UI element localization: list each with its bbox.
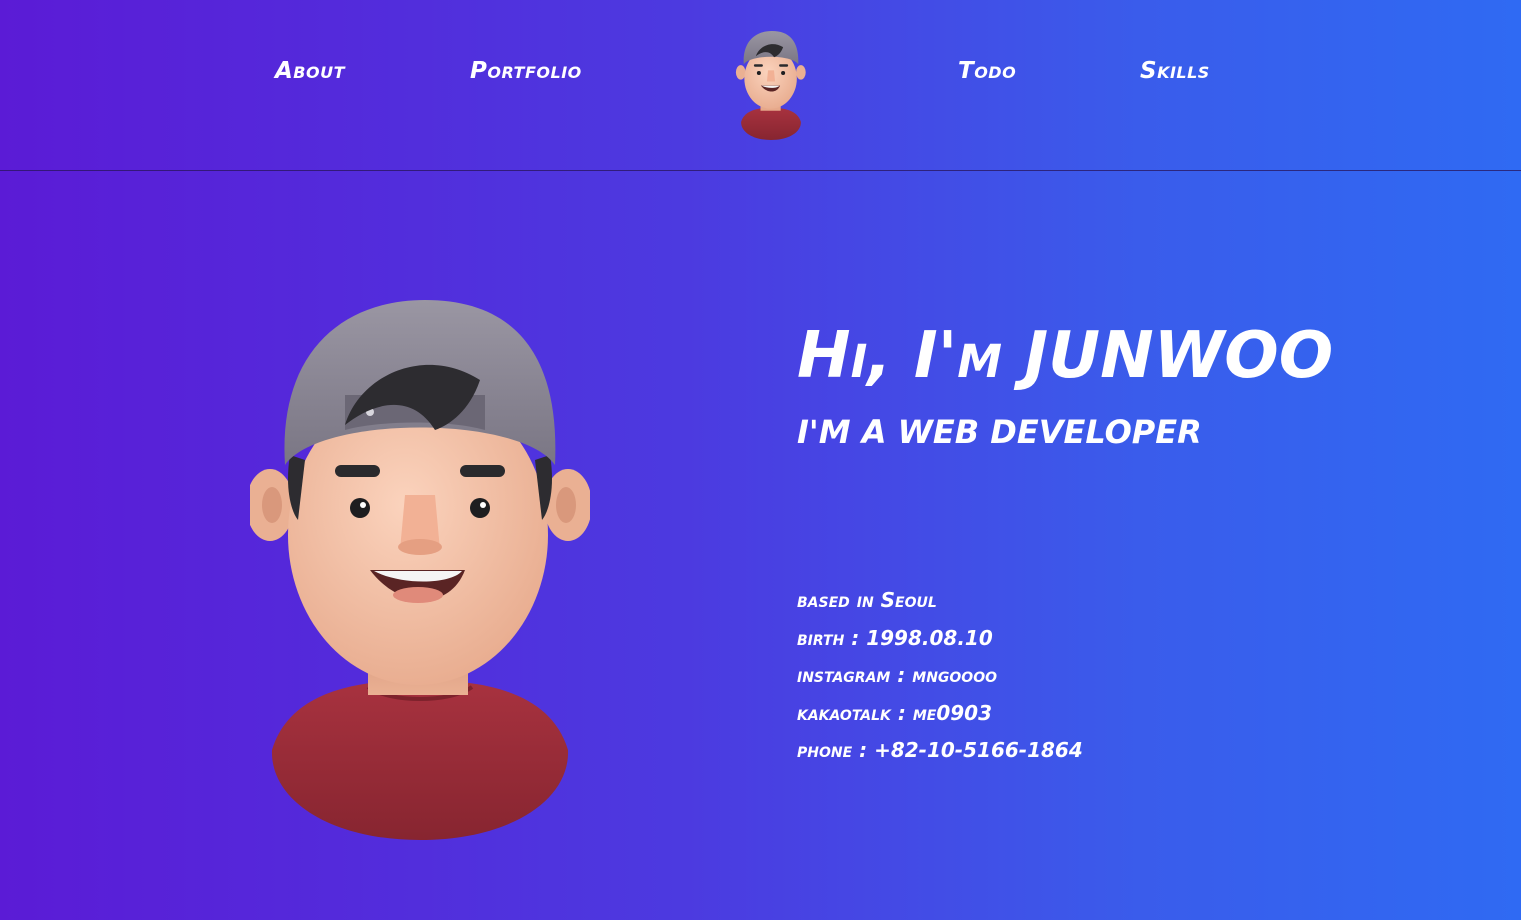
nav-link-todo[interactable]: Todo: [958, 58, 1016, 84]
nav-link-skills[interactable]: Skills: [1140, 58, 1210, 84]
info-based: based in Seoul: [797, 588, 937, 612]
info-kakaotalk: kakaotalk : me0903: [797, 700, 992, 725]
info-birth: birth : 1998.08.10: [797, 625, 993, 650]
info-instagram: instagram : mngoooo: [797, 663, 998, 687]
hero-subtitle: I'M A WEB DEVELOPER: [797, 413, 1202, 451]
hero-title: Hi, I'm JUNWOO: [797, 319, 1334, 393]
nav-link-portfolio[interactable]: Portfolio: [470, 58, 582, 84]
info-phone: phone : +82-10-5166-1864: [797, 738, 1083, 762]
avatar-logo-icon[interactable]: [730, 30, 812, 140]
nav-link-about[interactable]: About: [275, 58, 345, 84]
avatar-illustration-icon: [250, 300, 590, 840]
site-header: About Portfolio Todo Skills: [0, 0, 1521, 171]
info-list: based in Seoul birth : 1998.08.10 instag…: [797, 582, 1083, 770]
